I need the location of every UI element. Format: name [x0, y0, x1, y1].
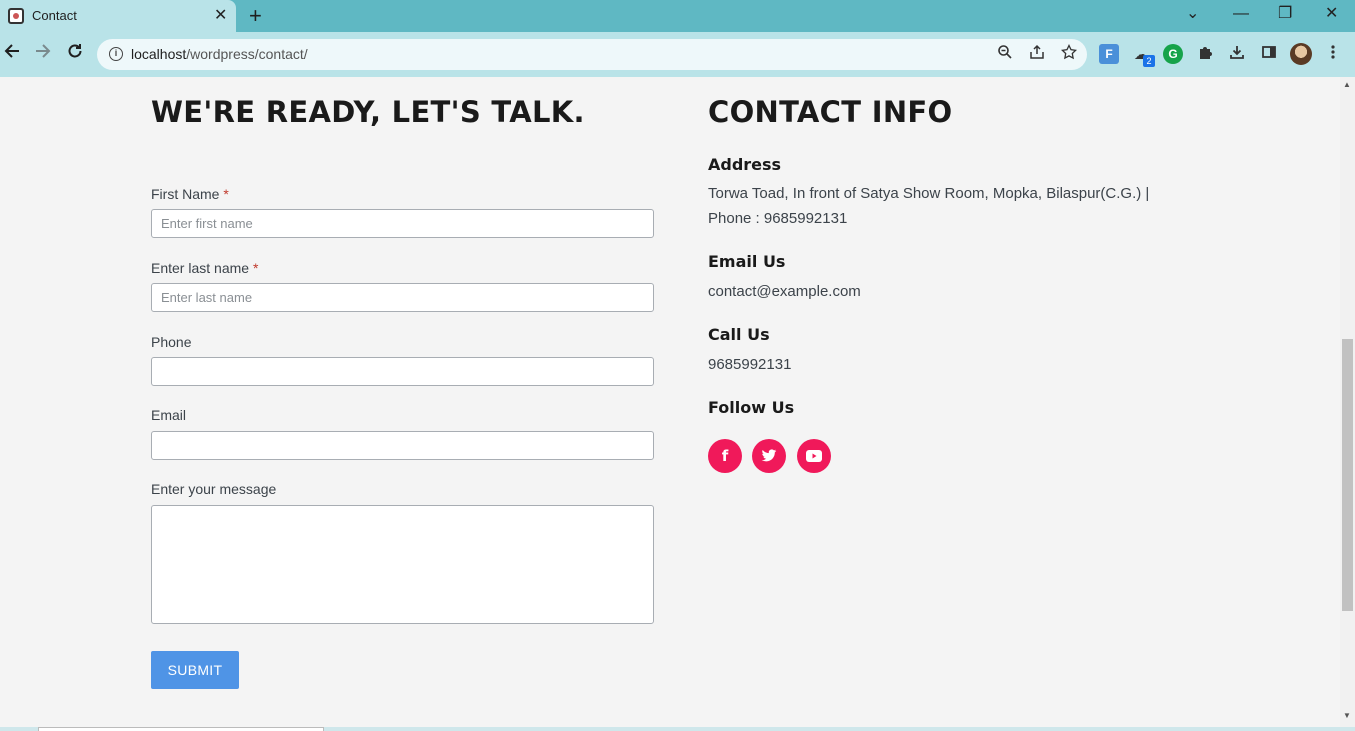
call-us-title: Call Us	[708, 325, 770, 344]
bookmark-star-icon[interactable]	[1060, 43, 1078, 66]
back-arrow-icon[interactable]	[3, 42, 21, 66]
tab-title: Contact	[32, 8, 77, 23]
forward-arrow-icon[interactable]	[34, 42, 52, 66]
required-mark: *	[223, 186, 229, 202]
page-scrollbar[interactable]: ▲ ▼	[1340, 77, 1355, 727]
tab-search-icon[interactable]: ⌄	[1186, 4, 1199, 24]
grammarly-icon[interactable]: G	[1163, 44, 1183, 64]
profile-avatar[interactable]	[1290, 43, 1312, 65]
first-name-label: First Name *	[151, 186, 229, 202]
email-us-title: Email Us	[708, 252, 786, 271]
menu-kebab-icon[interactable]	[1323, 44, 1343, 64]
form-heading: WE'RE READY, LET'S TALK.	[151, 95, 585, 129]
url-text[interactable]: localhost/wordpress/contact/	[131, 46, 308, 62]
required-mark: *	[252, 260, 259, 276]
taskbar-segment	[38, 727, 324, 731]
address-line-1: Torwa Toad, In front of Satya Show Room,…	[708, 185, 1150, 202]
scroll-up-icon[interactable]: ▲	[1343, 80, 1351, 89]
call-value[interactable]: 9685992131	[708, 352, 791, 377]
message-label: Enter your message	[151, 481, 277, 497]
download-icon[interactable]	[1227, 44, 1247, 64]
email-value[interactable]: contact@example.com	[708, 279, 861, 304]
zoom-icon[interactable]	[997, 44, 1013, 66]
phone-input[interactable]	[151, 357, 654, 386]
address-phone: Phone : 9685992131	[708, 210, 848, 227]
submit-button[interactable]: SUBMIT	[151, 651, 239, 689]
phone-label: Phone	[151, 334, 192, 350]
address-title: Address	[708, 155, 782, 174]
scroll-down-icon[interactable]: ▼	[1343, 711, 1351, 720]
taskbar-strip	[0, 727, 1355, 731]
last-name-label: Enter last name *	[151, 260, 259, 276]
reload-icon[interactable]	[66, 42, 84, 66]
site-info-icon[interactable]: i	[109, 47, 123, 61]
extension-f-icon[interactable]: F	[1099, 44, 1119, 64]
restore-button[interactable]: ❐	[1278, 4, 1292, 24]
site-favicon-icon	[8, 8, 24, 24]
follow-us-title: Follow Us	[708, 398, 795, 417]
close-window-button[interactable]: ✕	[1325, 4, 1338, 24]
tab-close-icon[interactable]: ✕	[214, 6, 227, 26]
share-icon[interactable]	[1029, 44, 1045, 66]
contact-info-heading: CONTACT INFO	[708, 95, 953, 129]
last-name-input[interactable]: Enter last name	[151, 283, 654, 312]
email-input[interactable]	[151, 431, 654, 460]
twitter-icon[interactable]	[752, 439, 786, 473]
scrollbar-thumb[interactable]	[1342, 339, 1353, 611]
page-content: WE'RE READY, LET'S TALK. First Name * En…	[0, 77, 1340, 727]
side-panel-icon[interactable]	[1259, 44, 1279, 64]
browser-titlebar: Contact ✕ + ⌄ — ❐ ✕	[0, 0, 1355, 32]
extensions-puzzle-icon[interactable]	[1195, 44, 1215, 64]
address-bar[interactable]: i localhost/wordpress/contact/	[97, 39, 1087, 70]
browser-toolbar: i localhost/wordpress/contact/ F ☁ 2 G	[0, 32, 1355, 77]
minimize-button[interactable]: —	[1233, 4, 1249, 24]
message-textarea[interactable]	[151, 505, 654, 624]
facebook-icon[interactable]: f	[708, 439, 742, 473]
youtube-icon[interactable]	[797, 439, 831, 473]
first-name-input[interactable]: Enter first name	[151, 209, 654, 238]
email-label: Email	[151, 407, 187, 423]
new-tab-button[interactable]: +	[249, 4, 262, 28]
browser-tab-contact[interactable]: Contact ✕	[0, 0, 236, 32]
extension-badge: 2	[1143, 55, 1155, 67]
